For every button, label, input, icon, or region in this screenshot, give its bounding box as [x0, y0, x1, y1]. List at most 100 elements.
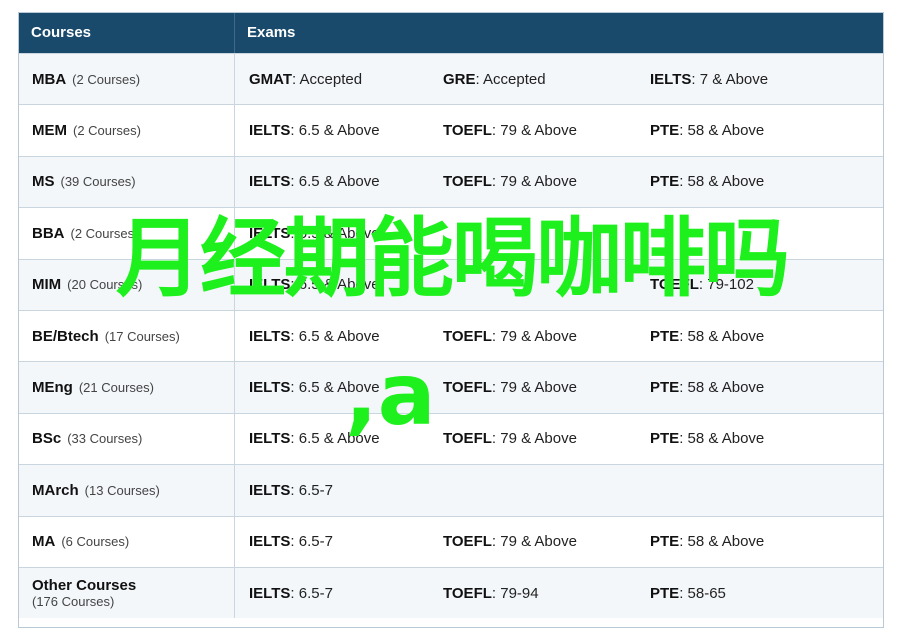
exam-name: TOEFL [443, 533, 492, 551]
exam-score: : 58 & Above [679, 173, 765, 191]
exams-cell: IELTS: 6.5 & Above TOEFL: 79 & Above PTE: … [235, 105, 883, 155]
course-name[interactable]: BSc [32, 430, 61, 447]
exam-requirement: IELTS: 6.5-7 [235, 585, 443, 602]
exam-requirement: IELTS: 6.5 & Above [235, 173, 443, 190]
exam-requirement: PTE: 58-65 [650, 585, 883, 602]
course-count: (176 Courses) [32, 594, 115, 610]
exam-score: : 6.5 & Above [290, 173, 380, 191]
exam-requirement: GMAT: Accepted [235, 71, 443, 88]
exam-score: : 79 & Above [491, 533, 577, 551]
course-count: (39 Courses) [60, 174, 136, 190]
exam-requirement: TOEFL: 79 & Above [443, 533, 650, 550]
exam-score: : 79 & Above [491, 173, 577, 191]
course-name[interactable]: MA [32, 533, 55, 550]
table-row: MEM (2 Courses) IELTS: 6.5 & Above TOEFL: 7… [19, 104, 883, 156]
exam-requirement: TOEFL: 79 & Above [443, 173, 650, 190]
table-row: Other Courses (176 Courses) IELTS: 6.5-7 TO… [19, 566, 883, 619]
exam-name: TOEFL [443, 430, 492, 448]
exam-name: IELTS [249, 533, 291, 551]
exams-cell: IELTS: 6.5 & Above TOEFL: 79 & Above PTE: … [235, 311, 883, 361]
course-name[interactable]: MBA [32, 71, 66, 88]
exams-cell: IELTS: 6.5 & Above TOEFL: 79 & Above PTE: … [235, 362, 883, 412]
exam-score: : 58 & Above [679, 430, 765, 448]
exam-requirement: PTE: 58 & Above [650, 430, 883, 447]
exam-score: : 79-94 [491, 584, 539, 602]
course-name[interactable]: MS [32, 173, 55, 190]
course-count: (2 Courses) [73, 123, 141, 139]
exam-name: GMAT [249, 70, 293, 88]
exam-score: : 7 & Above [691, 70, 769, 88]
exam-requirement: TOEFL: 79 & Above [443, 379, 650, 396]
exam-name: TOEFL [443, 173, 492, 191]
table-row: MArch (13 Courses) IELTS: 6.5-7 [19, 464, 883, 516]
exam-name: GRE [443, 70, 476, 88]
exam-score: : 58 & Above [679, 533, 765, 551]
exam-score: : 58-65 [679, 584, 726, 602]
course-cell: BE/Btech (17 Courses) [19, 310, 235, 362]
course-cell: MEng (21 Courses) [19, 362, 235, 413]
course-name[interactable]: MEng [32, 379, 73, 396]
course-cell: MS (39 Courses) [19, 156, 235, 208]
exam-name: IELTS [249, 379, 291, 397]
course-cell: MA (6 Courses) [19, 516, 235, 567]
course-name[interactable]: Other Courses [32, 577, 136, 594]
course-count: (33 Courses) [67, 431, 143, 447]
exam-score: : Accepted [292, 70, 363, 88]
overlay-text-line-1: 月经期能喝咖啡吗 [116, 209, 790, 309]
exams-cell: GMAT: Accepted GRE: Accepted IELTS: 7 & Ab… [235, 54, 883, 104]
exam-name: IELTS [650, 70, 692, 88]
course-name[interactable]: BE/Btech [32, 328, 99, 345]
exam-name: IELTS [249, 481, 291, 499]
exam-score: : 58 & Above [679, 379, 765, 397]
exam-requirement: IELTS: 6.5-7 [235, 533, 443, 550]
exam-score: : 58 & Above [679, 327, 765, 345]
course-cell: BSc (33 Courses) [19, 413, 235, 465]
exam-score: : 79 & Above [491, 327, 577, 345]
exam-score: : 6.5-7 [290, 481, 333, 499]
exam-score: : 79 & Above [491, 379, 577, 397]
course-count: (6 Courses) [61, 534, 130, 550]
table-row: MS (39 Courses) IELTS: 6.5 & Above TOEFL: 7… [19, 155, 883, 208]
exam-name: IELTS [249, 327, 291, 345]
course-count: (21 Courses) [78, 380, 154, 396]
exams-cell: IELTS: 6.5 & Above TOEFL: 79 & Above PTE: … [235, 157, 883, 207]
exam-name: PTE [650, 122, 680, 140]
course-count: (13 Courses) [84, 482, 160, 498]
exam-requirement: TOEFL: 79 & Above [443, 122, 650, 139]
exams-cell: IELTS: 6.5 & Above TOEFL: 79 & Above PTE: … [235, 414, 883, 464]
exam-requirement: PTE: 58 & Above [650, 122, 883, 139]
exam-score: : Accepted [475, 70, 546, 88]
course-name[interactable]: MEM [32, 122, 67, 139]
course-cell: Other Courses (176 Courses) [19, 567, 235, 619]
exam-requirement: PTE: 58 & Above [650, 533, 883, 550]
course-count: (2 Courses) [72, 71, 141, 87]
table-header: Courses Exams [19, 13, 883, 53]
exam-name: IELTS [249, 584, 291, 602]
table-body: MBA (2 Courses) GMAT: Accepted GRE: Accepte… [19, 53, 883, 619]
course-cell: MBA (2 Courses) [19, 54, 235, 105]
exams-cell: IELTS: 6.5-7 TOEFL: 79-94 PTE: 58-65 [235, 568, 883, 618]
exam-name: PTE [650, 379, 680, 397]
exam-score: : 58 & Above [679, 122, 765, 140]
table-row: BSc (33 Courses) IELTS: 6.5 & Above TOEFL: … [19, 412, 883, 465]
exam-name: PTE [650, 327, 680, 345]
exam-name: TOEFL [443, 327, 492, 345]
exam-requirement: PTE: 58 & Above [650, 173, 883, 190]
exam-requirement: IELTS: 6.5-7 [235, 482, 443, 499]
course-name[interactable]: MArch [32, 482, 79, 499]
overlay-text-line-2: ,a [345, 345, 436, 445]
exam-name: PTE [650, 533, 680, 551]
exam-score: : 6.5 & Above [290, 327, 380, 345]
courses-exams-table: Courses Exams MBA (2 Courses) GMAT: Accept… [18, 12, 884, 628]
exam-requirement: TOEFL: 79 & Above [443, 328, 650, 345]
exam-requirement: GRE: Accepted [443, 71, 650, 88]
exam-name: IELTS [249, 173, 291, 191]
table-row: MA (6 Courses) IELTS: 6.5-7 TOEFL: 79 & Abo… [19, 515, 883, 567]
course-cell: MArch (13 Courses) [19, 465, 235, 516]
table-row: BE/Btech (17 Courses) IELTS: 6.5 & Above TO… [19, 309, 883, 362]
exam-score: : 6.5 & Above [290, 122, 380, 140]
courses-column-header: Courses [19, 13, 235, 53]
table-row: MBA (2 Courses) GMAT: Accepted GRE: Accepte… [19, 53, 883, 105]
exam-name: PTE [650, 584, 680, 602]
exam-requirement: IELTS: 6.5 & Above [235, 328, 443, 345]
